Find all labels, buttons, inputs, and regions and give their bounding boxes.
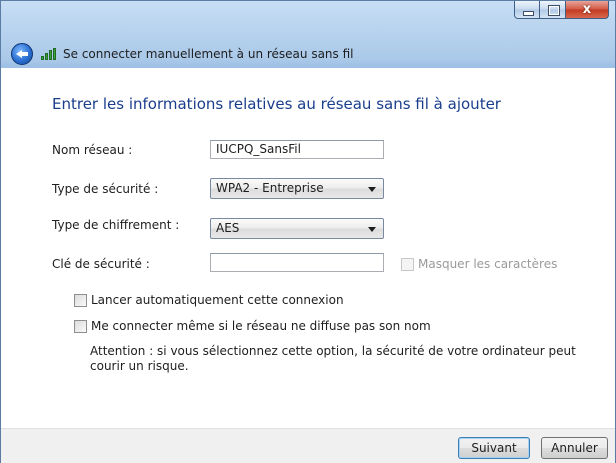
page-heading: Entrer les informations relatives au rés… xyxy=(52,95,501,113)
security-warning-text: Attention : si vous sélectionnez cette o… xyxy=(90,344,576,373)
cancel-button[interactable]: Annuler xyxy=(541,437,608,459)
wireless-signal-icon xyxy=(41,48,57,60)
auto-connect-checkbox[interactable] xyxy=(74,294,87,307)
maximize-button[interactable] xyxy=(540,1,566,19)
security-key-input[interactable] xyxy=(210,253,384,272)
encryption-type-value: AES xyxy=(216,221,240,235)
encryption-type-select[interactable]: AES xyxy=(210,218,384,239)
maximize-icon xyxy=(540,1,565,18)
window-title: Se connecter manuellement à un réseau sa… xyxy=(63,47,354,61)
dialog-footer: Suivant Annuler xyxy=(1,428,615,463)
dialog-content: Entrer les informations relatives au rés… xyxy=(1,68,615,428)
close-icon: x xyxy=(582,2,592,17)
network-name-label: Nom réseau : xyxy=(52,143,133,157)
navigation-row: Se connecter manuellement à un réseau sa… xyxy=(11,41,354,67)
auto-connect-label: Lancer automatiquement cette connexion xyxy=(91,293,344,307)
dialog-window: x Se connecter manuellement à un réseau … xyxy=(0,0,616,463)
next-button[interactable]: Suivant xyxy=(458,437,530,459)
minimize-button[interactable] xyxy=(514,1,540,19)
hide-characters-label: Masquer les caractères xyxy=(418,257,558,271)
connect-hidden-checkbox[interactable] xyxy=(74,320,87,333)
security-type-select[interactable]: WPA2 - Entreprise xyxy=(210,178,384,199)
chevron-down-icon xyxy=(368,227,376,232)
close-button[interactable]: x xyxy=(566,1,609,19)
title-bar: x xyxy=(1,1,615,25)
back-arrow-icon[interactable] xyxy=(11,43,33,65)
security-type-label: Type de sécurité : xyxy=(52,182,159,196)
hide-characters-checkbox[interactable] xyxy=(401,258,414,271)
window-controls: x xyxy=(514,1,609,21)
security-key-label: Clé de sécurité : xyxy=(52,257,150,271)
network-name-input[interactable]: IUCPQ_SansFil xyxy=(210,140,384,159)
chevron-down-icon xyxy=(368,187,376,192)
connect-hidden-label: Me connecter même si le réseau ne diffus… xyxy=(91,319,431,333)
security-type-value: WPA2 - Entreprise xyxy=(216,181,324,195)
minimize-icon xyxy=(515,1,539,18)
encryption-type-label: Type de chiffrement : xyxy=(52,218,180,232)
